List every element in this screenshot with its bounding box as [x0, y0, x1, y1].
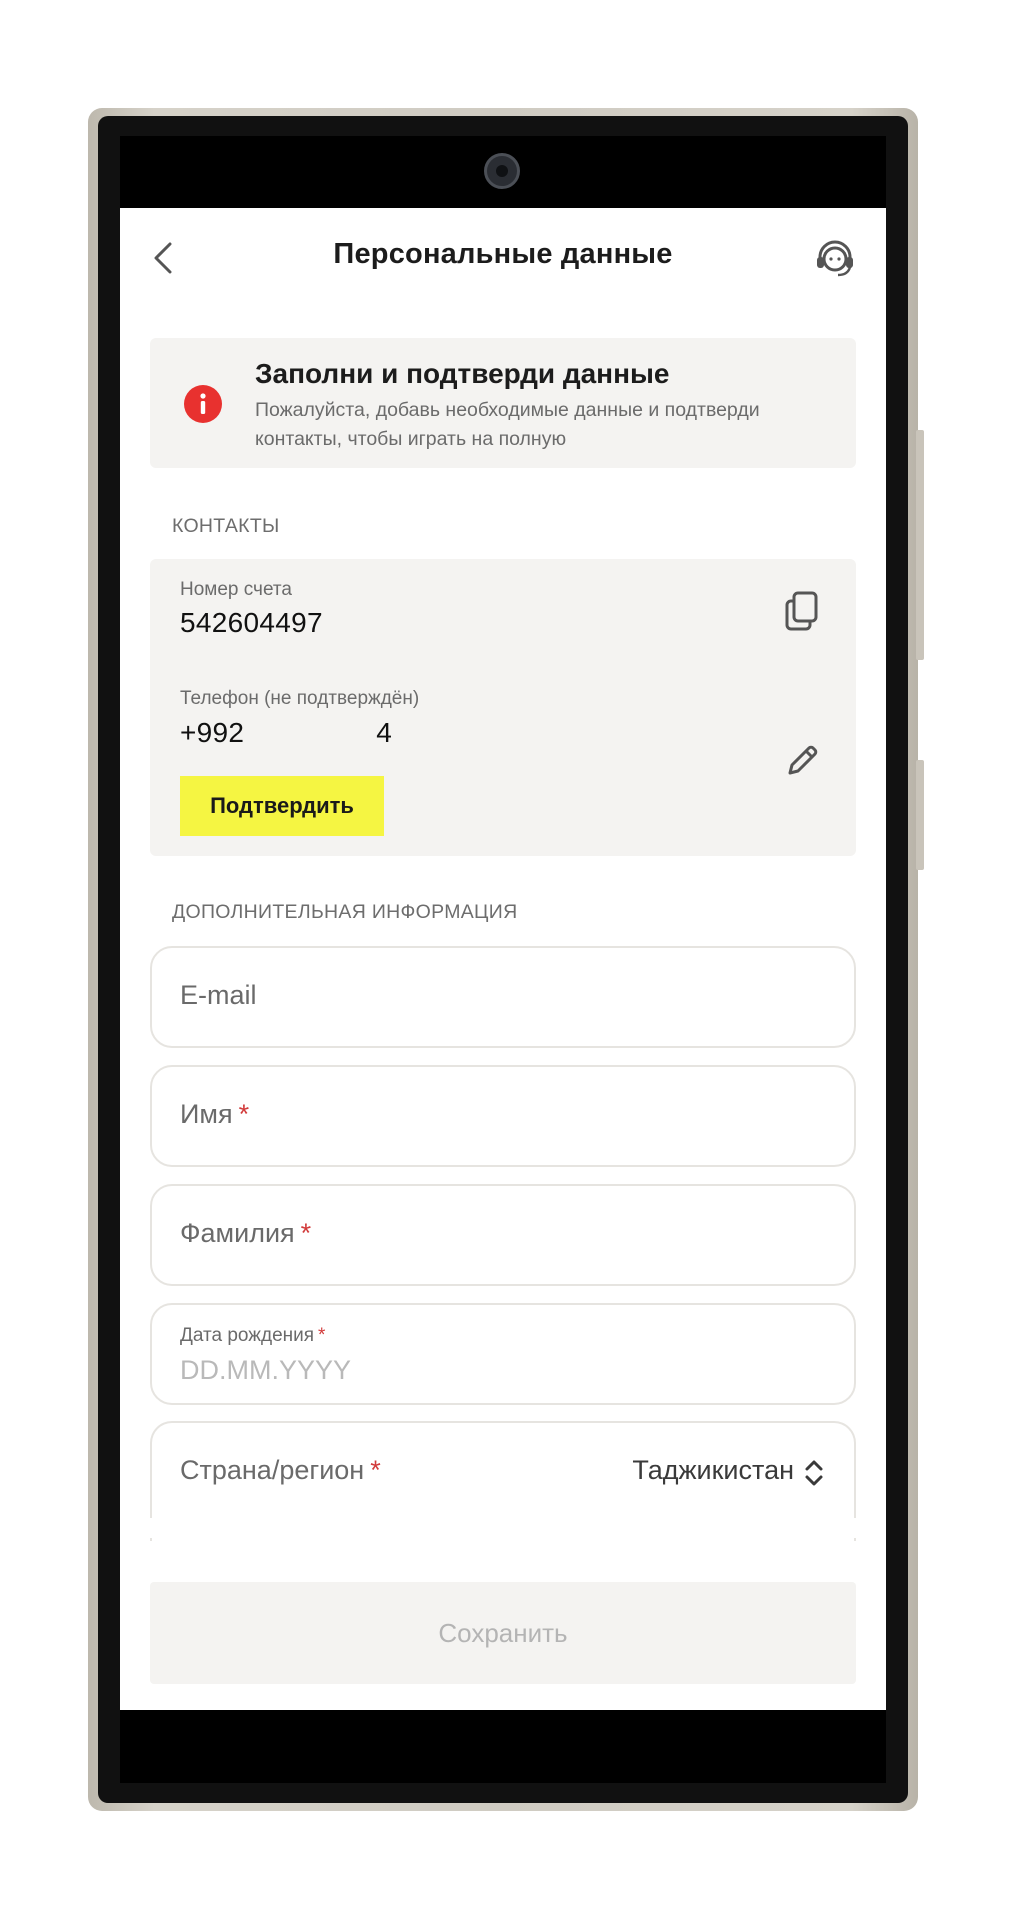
- page-title: Персональные данные: [333, 238, 673, 270]
- confirm-phone-button[interactable]: Подтвердить: [180, 776, 384, 836]
- alert-title: Заполни и подтверди данные: [255, 358, 670, 389]
- birth-date-placeholder: DD.MM.YYYY: [180, 1355, 352, 1385]
- country-label: Страна/регион *: [180, 1455, 381, 1486]
- scroll-fade: [120, 1518, 886, 1538]
- email-field[interactable]: E-mail: [150, 946, 856, 1048]
- required-mark: *: [300, 1218, 312, 1248]
- app-screen: Персональные данные Заполни и подтверди …: [120, 208, 886, 1710]
- required-mark: *: [318, 1325, 326, 1346]
- phone-value: +992 4: [180, 717, 392, 749]
- copy-icon: [785, 591, 818, 631]
- last-name-label: Фамилия: [180, 1218, 295, 1248]
- required-mark: *: [370, 1455, 381, 1485]
- edit-phone-button[interactable]: [782, 741, 822, 781]
- alert-text: Пожалуйста, добавь необходимые данные и …: [255, 399, 760, 450]
- first-name-field[interactable]: Имя *: [150, 1065, 856, 1167]
- camera-icon: [484, 153, 520, 189]
- first-name-label: Имя: [180, 1099, 233, 1129]
- contacts-card: Номер счета 542604497 Телефон (не подтве…: [150, 559, 856, 856]
- last-name-field[interactable]: Фамилия *: [150, 1184, 856, 1286]
- last-name-placeholder: Фамилия *: [180, 1218, 311, 1249]
- alert-banner: Заполни и подтверди данные Пожалуйста, д…: [150, 338, 856, 468]
- account-number-label: Номер счета: [180, 579, 292, 600]
- navigation-bar: [120, 1710, 886, 1783]
- required-mark: *: [238, 1099, 250, 1129]
- email-placeholder: E-mail: [180, 980, 257, 1010]
- info-icon: [184, 385, 222, 423]
- first-name-placeholder: Имя *: [180, 1099, 249, 1130]
- header: Персональные данные: [120, 208, 886, 308]
- country-value: Таджикистан: [632, 1455, 794, 1485]
- phone-label: Телефон (не подтверждён): [180, 688, 420, 709]
- birth-date-label: Дата рождения *: [180, 1325, 325, 1347]
- up-down-chevron-icon: [805, 1460, 823, 1486]
- save-button[interactable]: Сохранить: [150, 1582, 856, 1684]
- birth-date-label-text: Дата рождения: [180, 1325, 315, 1346]
- birth-date-field[interactable]: Дата рождения * DD.MM.YYYY: [150, 1303, 856, 1405]
- power-button: [916, 760, 924, 870]
- copy-button[interactable]: [782, 589, 822, 633]
- support-headset-icon: [817, 240, 853, 277]
- additional-info-section-label: ДОПОЛНИТЕЛЬНАЯ ИНФОРМАЦИЯ: [172, 901, 518, 923]
- account-number-value: 542604497: [180, 607, 323, 638]
- contacts-section-label: КОНТАКТЫ: [172, 515, 280, 537]
- phone-value-start: +992: [180, 717, 245, 748]
- country-label-text: Страна/регион: [180, 1455, 365, 1485]
- support-button[interactable]: [812, 235, 858, 281]
- pencil-icon: [788, 745, 818, 775]
- phone-value-end: 4: [376, 717, 393, 748]
- volume-button: [916, 430, 924, 660]
